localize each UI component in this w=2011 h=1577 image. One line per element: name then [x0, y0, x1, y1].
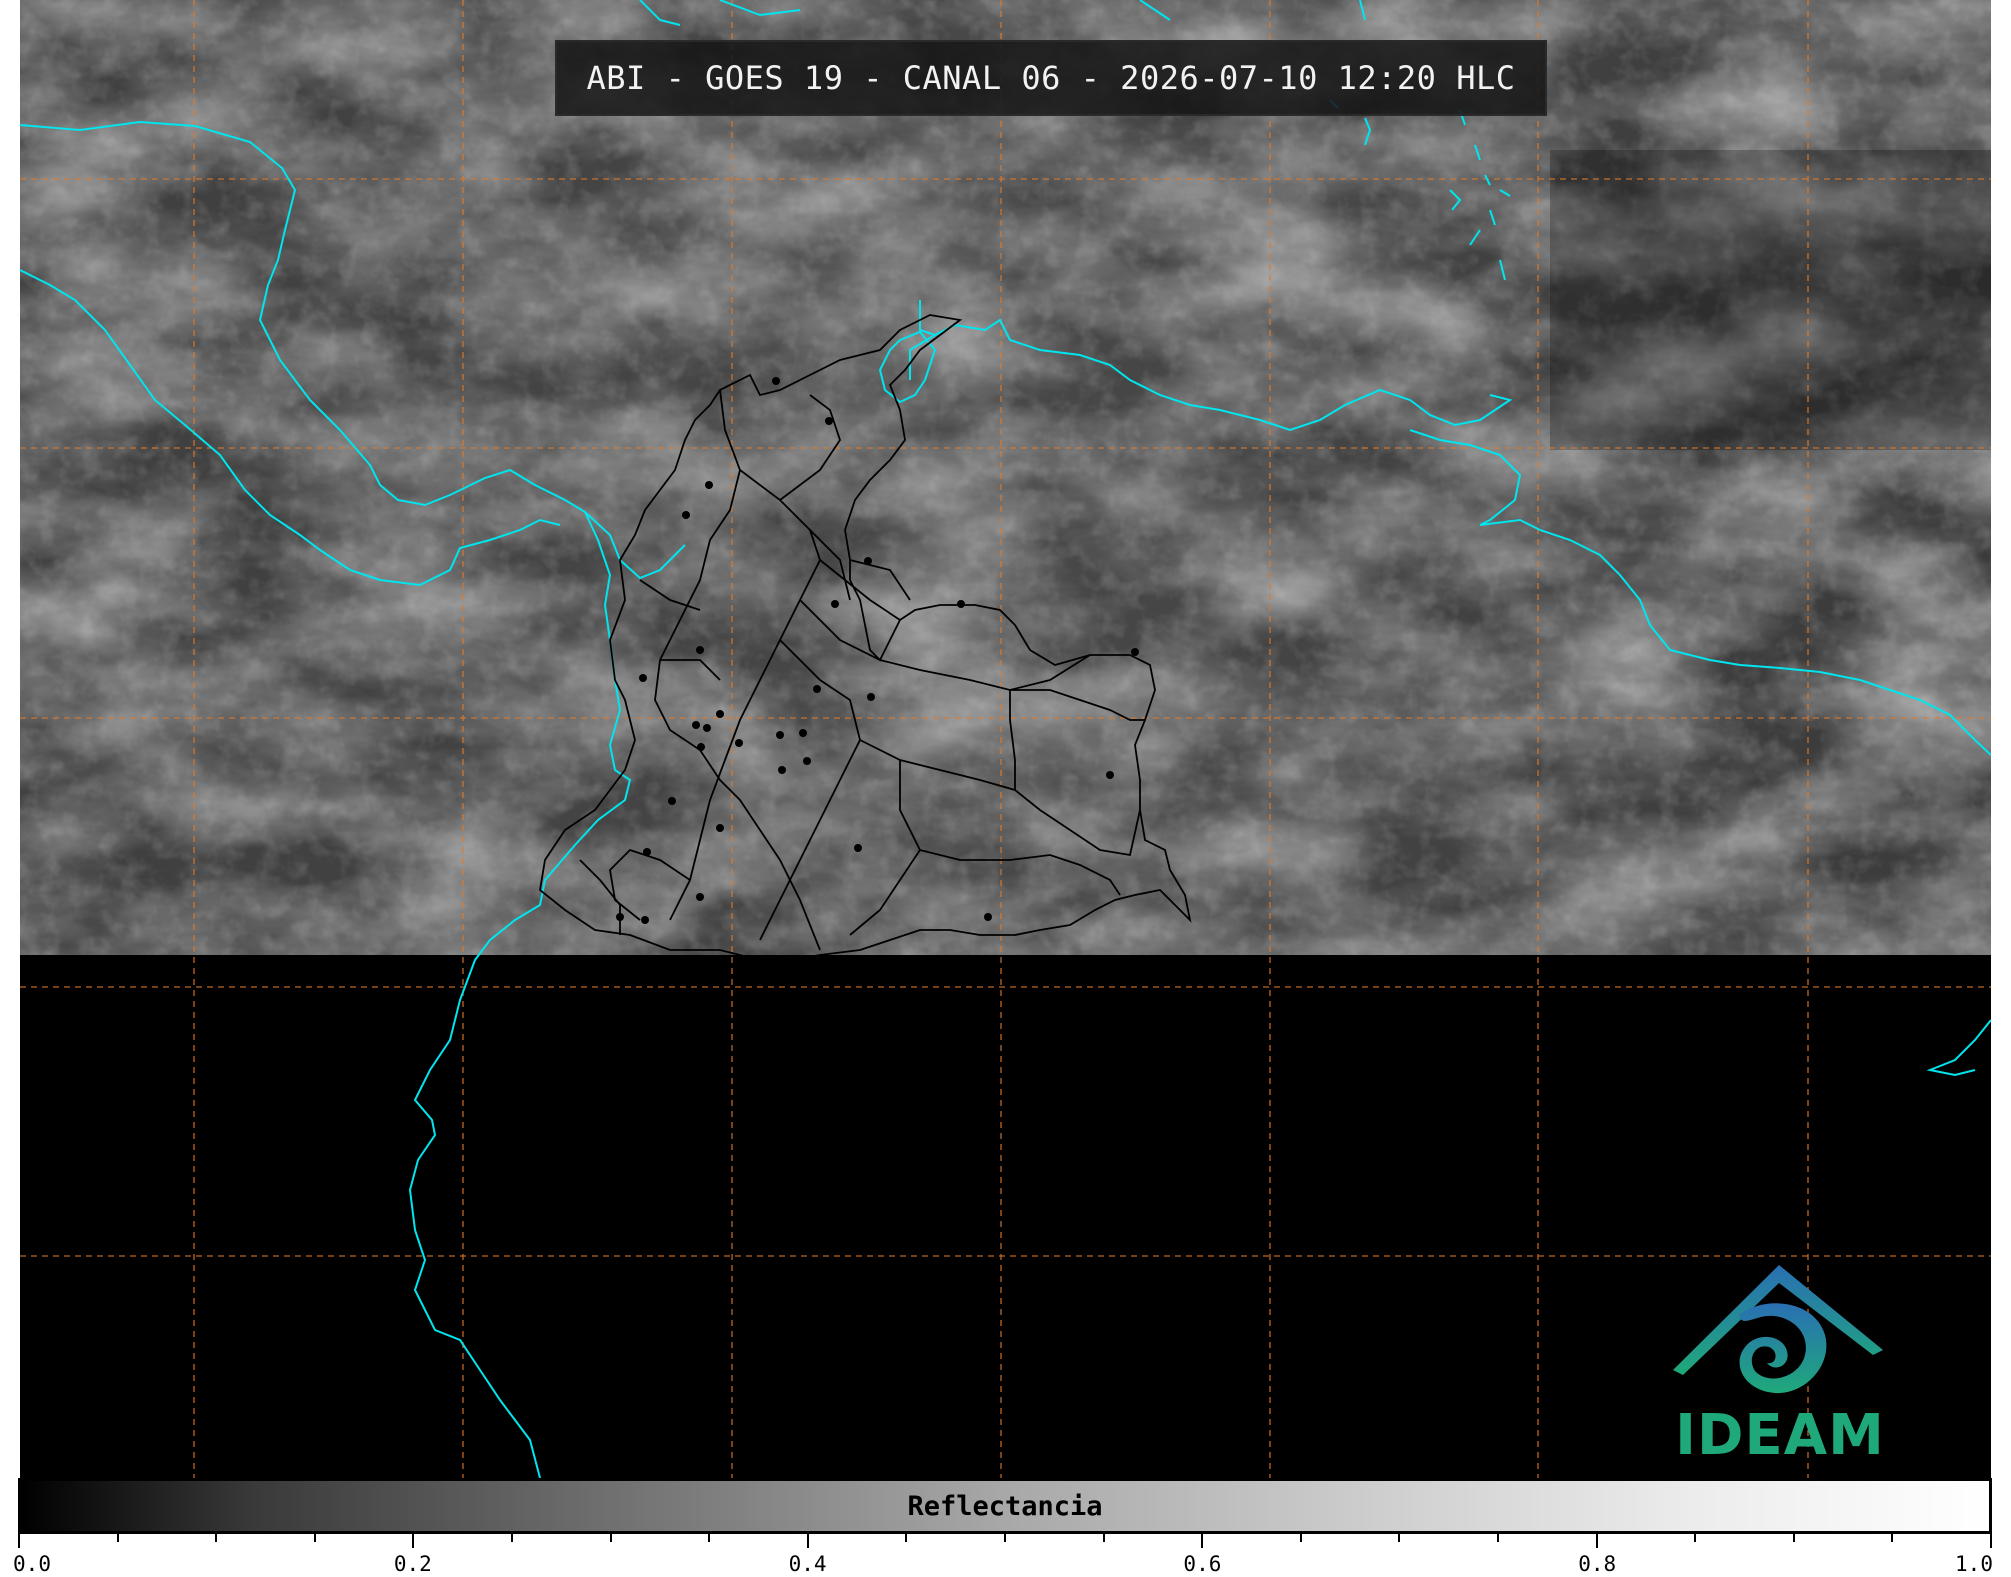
colorbar-minor-tick — [905, 1534, 908, 1542]
colorbar-tick-label: 0.6 — [1183, 1552, 1222, 1576]
ideam-emblem-icon — [1673, 1265, 1883, 1394]
colorbar-tick-label: 0.8 — [1578, 1552, 1617, 1576]
colorbar-minor-tick — [215, 1534, 218, 1542]
colorbar-minor-tick — [1891, 1534, 1894, 1542]
colorbar-minor-tick — [1299, 1534, 1302, 1542]
dark-ocean-region — [1550, 150, 1991, 450]
ideam-logo: IDEAM — [1665, 1255, 1895, 1480]
colorbar-tick-label: 1.0 — [1955, 1552, 1993, 1576]
colorbar-minor-tick — [116, 1534, 119, 1542]
colorbar-minor-tick — [806, 1534, 809, 1548]
colorbar-minor-tick — [313, 1534, 316, 1542]
colorbar-minor-tick — [1792, 1534, 1795, 1542]
colorbar-minor-tick — [1201, 1534, 1204, 1548]
colorbar-minor-tick — [1398, 1534, 1401, 1542]
colorbar-minor-tick — [708, 1534, 711, 1542]
colorbar-label: Reflectancia — [907, 1490, 1103, 1522]
map-title: ABI - GOES 19 - CANAL 06 - 2026-07-10 12… — [555, 40, 1547, 116]
colorbar-minor-tick — [1990, 1534, 1992, 1548]
colorbar-minor-tick — [18, 1534, 20, 1548]
ideam-logo-text: IDEAM — [1675, 1403, 1885, 1468]
colorbar-minor-tick — [1102, 1534, 1105, 1542]
colorbar-minor-tick — [511, 1534, 513, 1542]
colorbar-minor-tick — [1694, 1534, 1697, 1542]
colorbar-tick-label: 0.2 — [393, 1552, 432, 1576]
colorbar-minor-tick — [1497, 1534, 1499, 1542]
colorbar-minor-tick — [1004, 1534, 1006, 1542]
colorbar-ticks: 0.0 0.2 0.4 0.6 0.8 1.0 — [13, 1534, 1993, 1577]
colorbar-tick-label: 0.4 — [788, 1552, 827, 1576]
cloud-texture — [20, 0, 1991, 955]
colorbar-tick-label: 0.0 — [13, 1552, 51, 1576]
colorbar-minor-tick — [412, 1534, 415, 1548]
colorbar: Reflectancia — [18, 1478, 1992, 1534]
colorbar-minor-tick — [1595, 1534, 1598, 1548]
colorbar-minor-tick — [609, 1534, 612, 1542]
